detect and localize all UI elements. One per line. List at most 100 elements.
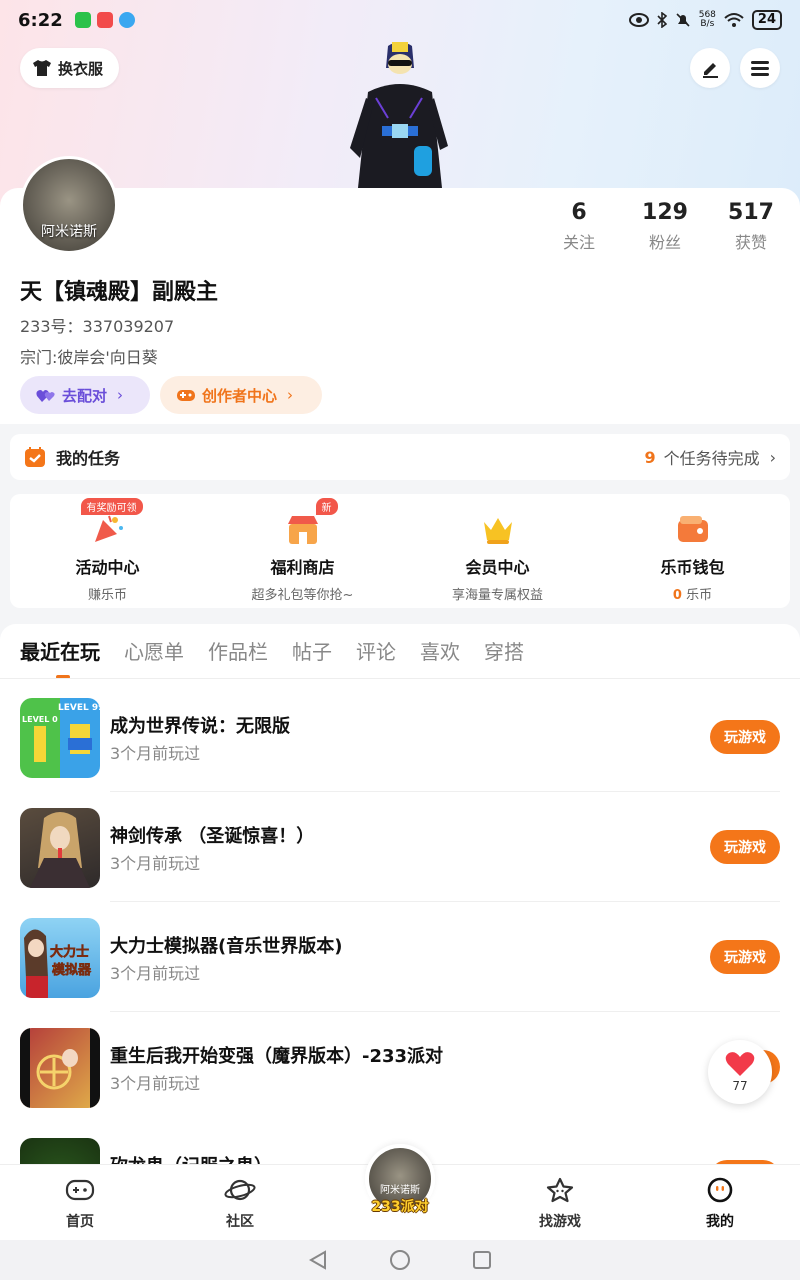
edit-profile-button[interactable]: [690, 48, 730, 88]
go-match-label: 去配对: [62, 386, 108, 405]
member-center-label: 会员中心: [465, 558, 530, 577]
new-badge: 新: [315, 498, 338, 515]
system-navigation-bar: [0, 1240, 800, 1280]
pending-task-count: 9: [644, 447, 656, 467]
back-triangle-icon[interactable]: [307, 1249, 329, 1271]
hamburger-menu-icon: [751, 61, 769, 76]
my-tasks-title: 我的任务: [56, 449, 121, 468]
tab-works[interactable]: 作品栏: [208, 636, 268, 665]
status-bar: 6:22 568 B/s 24: [0, 0, 800, 40]
list-item[interactable]: 神剑传承 （圣诞惊喜！） 3个月前玩过 玩游戏: [0, 792, 800, 902]
stat-following[interactable]: 6 关注: [556, 200, 602, 253]
coin-balance: 0: [672, 588, 682, 603]
list-item[interactable]: 重生后我开始变强（魔界版本）-233派对 3个月前玩过 玩游戏: [0, 1012, 800, 1122]
thumb-title-line1: 大力士: [50, 944, 89, 960]
feature-grid: 有奖励可领 活动中心 赚乐币 新 福利商店 超多礼包等你抢~ 会员中心 享海量专…: [10, 494, 790, 608]
smile-face-icon: [707, 1177, 733, 1203]
nav-community-label: 社区: [226, 1214, 254, 1230]
chevron-right-icon: ›: [769, 447, 776, 467]
wechat-icon: [74, 12, 91, 28]
stat-fans-label: 粉丝: [648, 233, 681, 252]
thumb-level-0: LEVEL 0: [22, 715, 58, 724]
creator-center-label: 创作者中心: [202, 386, 278, 405]
party-avatar-nick: 阿米诺斯: [380, 1185, 420, 1196]
game-thumbnail: 大力士 模拟器: [20, 918, 100, 998]
crown-icon: [481, 512, 515, 546]
coin-wallet-label: 乐币钱包: [660, 558, 725, 577]
menu-button[interactable]: [740, 48, 780, 88]
game-last-played: 3个月前玩过: [110, 744, 201, 763]
member-center-item[interactable]: 会员中心 享海量专属权益: [400, 494, 595, 608]
stat-likes[interactable]: 517 获赞: [728, 200, 774, 253]
planet-icon: [224, 1179, 256, 1201]
my-tasks-bar[interactable]: 我的任务 9 个任务待完成 ›: [10, 434, 790, 480]
nav-find-games-label: 找游戏: [539, 1214, 581, 1230]
chevron-right-icon: ›: [287, 386, 294, 404]
game-title: 成为世界传说：无限版: [110, 716, 290, 737]
tab-wishlist[interactable]: 心愿单: [124, 636, 184, 665]
welfare-shop-label: 福利商店: [270, 558, 335, 577]
welfare-shop-item[interactable]: 新 福利商店 超多礼包等你抢~: [205, 494, 400, 608]
stat-likes-count: 517: [728, 200, 774, 225]
play-game-button[interactable]: 玩游戏: [710, 830, 780, 864]
star-face-icon: [546, 1177, 574, 1203]
wallet-icon: [676, 512, 710, 546]
nav-find-games[interactable]: 找游戏: [480, 1165, 640, 1240]
member-center-sub: 享海量专属权益: [451, 588, 543, 603]
list-item[interactable]: 大力士 模拟器 大力士模拟器(音乐世界版本) 3个月前玩过 玩游戏: [0, 902, 800, 1012]
bluetooth-icon: [657, 12, 667, 28]
username: 天【镇魂殿】副殿主: [20, 280, 219, 305]
game-title: 砍龙鬼（记服之鬼）: [110, 1152, 272, 1164]
gamepad-icon: [65, 1179, 95, 1201]
game-thumbnail: [20, 808, 100, 888]
go-match-button[interactable]: 去配对 ›: [20, 376, 150, 414]
calendar-check-icon: [25, 447, 45, 467]
game-title: 大力士模拟器(音乐世界版本): [110, 936, 343, 957]
tab-divider: [0, 678, 800, 679]
party-label: 233派对: [371, 1199, 429, 1215]
activity-center-sub: 赚乐币: [87, 588, 127, 603]
stat-fans-count: 129: [642, 200, 688, 225]
nav-home[interactable]: 首页: [0, 1165, 160, 1240]
list-item[interactable]: LEVEL 0 LEVEL 999 成为世界传说：无限版 3个月前玩过 玩游戏: [0, 682, 800, 792]
party-popper-icon: 有奖励可领: [80, 498, 143, 546]
game-title: 神剑传承 （圣诞惊喜！）: [110, 826, 315, 847]
activity-center-item[interactable]: 有奖励可领 活动中心 赚乐币: [10, 494, 205, 608]
nav-mine-label: 我的: [706, 1214, 734, 1230]
tab-likes[interactable]: 喜欢: [420, 636, 460, 665]
change-outfit-button[interactable]: 换衣服: [20, 48, 120, 88]
play-game-button[interactable]: 玩游戏: [710, 720, 780, 754]
stat-fans[interactable]: 129 粉丝: [642, 200, 688, 253]
hearts-icon: [36, 390, 55, 402]
change-outfit-label: 换衣服: [58, 59, 104, 78]
play-game-button[interactable]: 玩游戏: [710, 940, 780, 974]
stat-following-count: 6: [571, 200, 587, 225]
stat-likes-label: 获赞: [734, 233, 767, 252]
tab-recently-played[interactable]: 最近在玩: [20, 636, 100, 679]
recents-square-icon[interactable]: [471, 1249, 493, 1271]
game-last-played: 3个月前玩过: [110, 854, 201, 873]
welfare-shop-sub: 超多礼包等你抢~: [251, 588, 354, 603]
home-circle-icon[interactable]: [389, 1249, 411, 1271]
avatar-nickname: 阿米诺斯: [41, 224, 97, 240]
nav-party-center[interactable]: 阿米诺斯 233派对: [360, 1144, 440, 1234]
tab-outfits[interactable]: 穿搭: [484, 636, 524, 665]
stat-following-label: 关注: [562, 233, 595, 252]
profile-avatar[interactable]: 阿米诺斯: [20, 156, 118, 254]
user-id: 233号：337039207: [20, 317, 175, 336]
tab-comments[interactable]: 评论: [356, 636, 396, 665]
nav-mine[interactable]: 我的: [640, 1165, 800, 1240]
tab-posts[interactable]: 帖子: [292, 636, 332, 665]
nav-community[interactable]: 社区: [160, 1165, 320, 1240]
wifi-icon: [724, 13, 744, 27]
game-thumbnail: [20, 1028, 100, 1108]
floating-like-button[interactable]: 77: [708, 1040, 772, 1104]
game-last-played: 3个月前玩过: [110, 964, 201, 983]
nav-home-label: 首页: [66, 1214, 94, 1230]
coin-wallet-item[interactable]: 乐币钱包 0 乐币: [595, 494, 790, 608]
creator-center-button[interactable]: 创作者中心 ›: [160, 376, 322, 414]
avatar-character-image[interactable]: [330, 38, 470, 188]
eye-icon: [628, 13, 649, 27]
chevron-right-icon: ›: [117, 386, 124, 404]
heart-icon: [725, 1052, 755, 1076]
